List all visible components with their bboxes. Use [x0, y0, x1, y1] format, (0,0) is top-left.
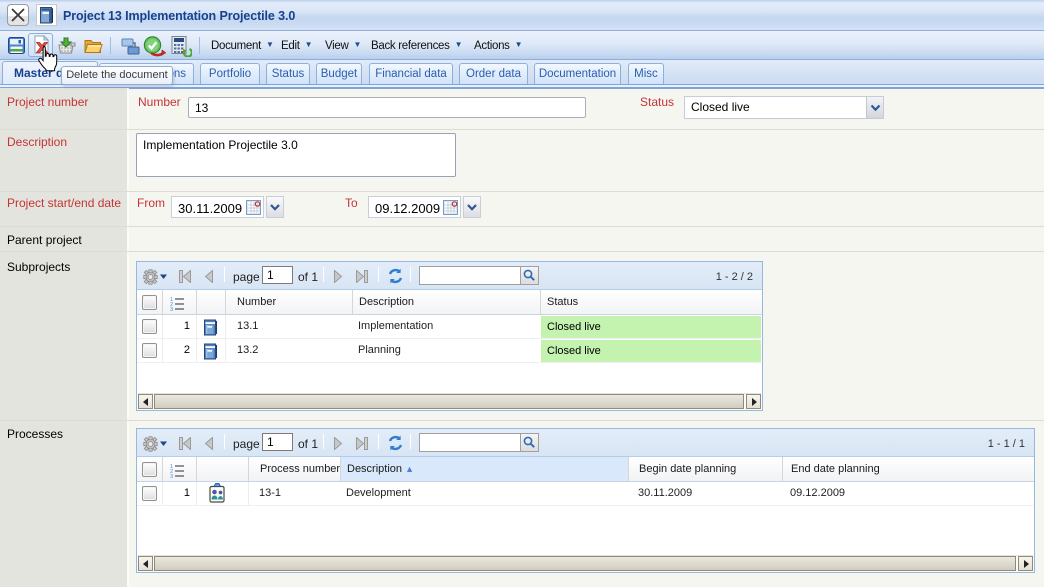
svg-text:3: 3: [170, 474, 173, 479]
svg-text:3: 3: [170, 307, 173, 312]
